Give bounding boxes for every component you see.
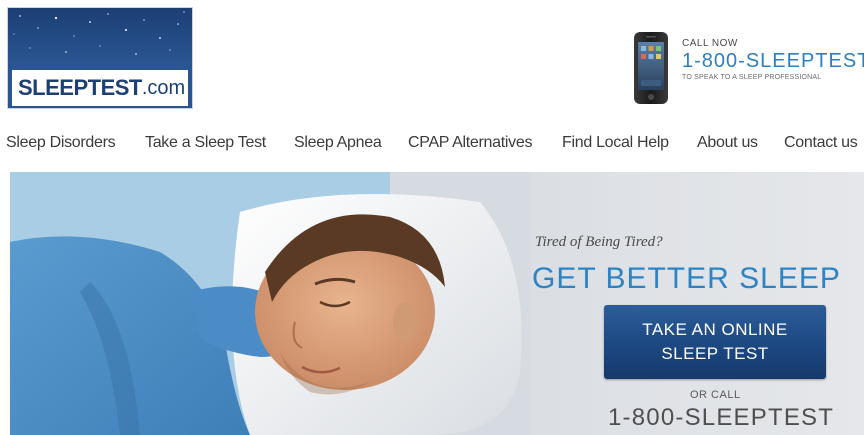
call-now-block[interactable]: CALL NOW 1-800-SLEEPTEST TO SPEAK TO A S…: [682, 38, 864, 98]
sleeping-man-image: [10, 172, 530, 435]
starry-sky-graphic: [13, 11, 185, 55]
page: SLEEPTEST .com CALL NOW 1-800-SLEEPTEST …: [0, 0, 864, 435]
or-call-label: OR CALL: [690, 389, 741, 401]
logo-brand: SLEEPTEST: [18, 75, 142, 100]
call-now-number[interactable]: 1-800-SLEEPTEST: [682, 50, 864, 72]
site-logo[interactable]: SLEEPTEST .com: [8, 8, 192, 108]
logo-tld: .com: [141, 76, 186, 99]
hero-phone-number[interactable]: 1-800-SLEEPTEST: [608, 404, 834, 432]
take-sleep-test-button[interactable]: TAKE AN ONLINE SLEEP TEST: [604, 305, 826, 379]
nav-item-cpap-alternatives[interactable]: CPAP Alternatives: [408, 134, 532, 152]
nav-item-contact-us[interactable]: Contact us: [784, 134, 858, 152]
nav-item-take-a-sleep-test[interactable]: Take a Sleep Test: [145, 134, 266, 152]
cta-line-2: SLEEP TEST: [661, 344, 769, 363]
nav-item-sleep-disorders[interactable]: Sleep Disorders: [6, 134, 116, 152]
nav-item-about-us[interactable]: About us: [697, 134, 758, 152]
hero-headline: GET BETTER SLEEP: [532, 262, 841, 295]
logo-wordmark: SLEEPTEST .com: [12, 70, 188, 106]
smartphone-icon: [634, 32, 668, 104]
nav-item-sleep-apnea[interactable]: Sleep Apnea: [294, 134, 382, 152]
hero-tagline: Tired of Being Tired?: [535, 234, 663, 250]
call-now-subtext: TO SPEAK TO A SLEEP PROFESSIONAL: [682, 74, 822, 81]
cta-line-1: TAKE AN ONLINE: [642, 320, 788, 339]
main-nav: Sleep Disorders Take a Sleep Test Sleep …: [0, 128, 864, 158]
call-now-label: CALL NOW: [682, 38, 738, 49]
nav-item-find-local-help[interactable]: Find Local Help: [562, 134, 669, 152]
